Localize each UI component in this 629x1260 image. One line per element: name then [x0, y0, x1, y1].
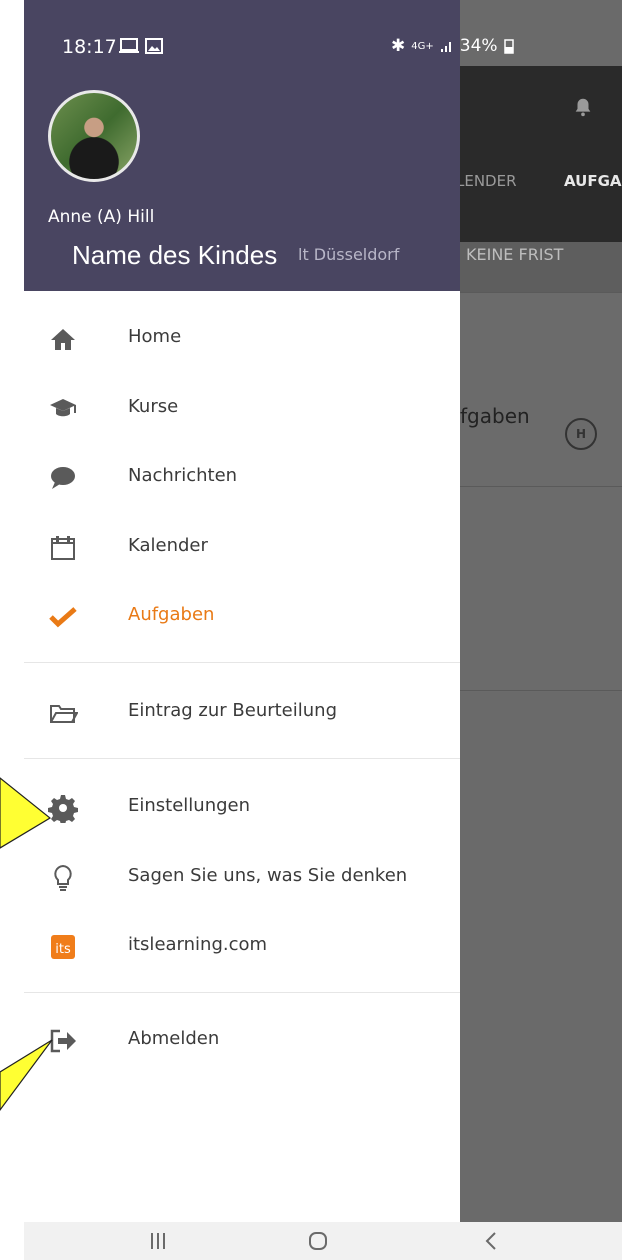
list-divider: [460, 690, 622, 691]
menu-label: Eintrag zur Beurteilung: [128, 700, 338, 721]
drawer-header: 18:17 ✱ 4G+ 34% Anne (A) Hill Name des K…: [24, 0, 514, 291]
menu-label: Kurse: [128, 396, 179, 417]
menu-item-kalender[interactable]: Kalender: [24, 519, 460, 575]
school-name: lt Düsseldorf: [298, 245, 400, 264]
menu-item-abmelden[interactable]: Abmelden: [24, 1012, 460, 1068]
avatar[interactable]: [48, 90, 140, 182]
status-time: 18:17: [62, 36, 117, 58]
menu-label: Einstellungen: [128, 795, 251, 816]
list-divider: [460, 486, 622, 487]
app-toolbar: [460, 66, 622, 242]
bluetooth-icon: ✱: [391, 36, 406, 56]
battery-level: 34%: [459, 36, 498, 56]
lightbulb-icon: [54, 864, 72, 891]
back-icon[interactable]: [484, 1231, 498, 1251]
task-list: [460, 292, 622, 692]
menu-divider: [24, 662, 460, 663]
tab-aufgaben[interactable]: AUFGA: [564, 172, 622, 190]
itslearning-logo-icon: its: [51, 935, 75, 959]
menu-label: Sagen Sie uns, was Sie denken: [128, 865, 408, 886]
checkmark-icon: [49, 607, 77, 628]
menu-label: itslearning.com: [128, 934, 268, 955]
child-name-annotation: Name des Kindes: [72, 240, 278, 270]
menu-item-beurteilung[interactable]: Eintrag zur Beurteilung: [24, 684, 460, 740]
menu-item-feedback[interactable]: Sagen Sie uns, was Sie denken: [24, 849, 460, 905]
menu-item-aufgaben[interactable]: Aufgaben: [24, 588, 460, 644]
system-nav-bar: [24, 1222, 622, 1260]
status-right: ✱ 4G+ 34%: [391, 36, 514, 56]
svg-text:its: its: [55, 942, 71, 957]
user-name: Anne (A) Hill: [48, 207, 155, 227]
menu-item-home[interactable]: Home: [24, 310, 460, 366]
chat-bubble-icon: [51, 467, 75, 489]
list-divider: [460, 292, 622, 293]
menu-label: Aufgaben: [128, 604, 215, 625]
logout-icon: [50, 1029, 76, 1053]
home-button-icon[interactable]: [308, 1231, 328, 1251]
navigation-drawer: 18:17 ✱ 4G+ 34% Anne (A) Hill Name des K…: [24, 0, 514, 1222]
folder-icon: [50, 705, 78, 723]
filter-keine-frist[interactable]: KEINE FRIST: [466, 245, 563, 264]
list-item-title[interactable]: fgaben: [460, 404, 530, 428]
list-item-badge: H: [565, 418, 597, 450]
laptop-icon: [119, 38, 139, 53]
phone-screen: LENDER AUFGA KEINE FRIST fgaben H 18:17 …: [24, 0, 622, 1260]
recent-apps-icon[interactable]: [150, 1232, 166, 1250]
bell-icon[interactable]: [572, 96, 594, 118]
battery-icon: [503, 39, 514, 54]
menu-item-kurse[interactable]: Kurse: [24, 380, 460, 436]
tab-kalender[interactable]: LENDER: [456, 172, 517, 190]
menu-divider: [24, 758, 460, 759]
menu-divider: [24, 992, 460, 993]
gear-icon: [48, 795, 78, 823]
menu-item-einstellungen[interactable]: Einstellungen: [24, 779, 460, 835]
menu-label: Nachrichten: [128, 465, 238, 486]
menu-label: Abmelden: [128, 1028, 220, 1049]
menu-item-itslearning[interactable]: its itslearning.com: [24, 918, 460, 974]
calendar-icon: [51, 536, 75, 560]
graduation-cap-icon: [50, 399, 76, 417]
signal-icon: [440, 42, 451, 52]
home-icon: [51, 329, 75, 350]
menu-label: Kalender: [128, 535, 208, 556]
menu-label: Home: [128, 326, 182, 347]
network-type: 4G+: [411, 40, 434, 52]
menu-item-nachrichten[interactable]: Nachrichten: [24, 449, 460, 505]
image-icon: [145, 38, 163, 54]
